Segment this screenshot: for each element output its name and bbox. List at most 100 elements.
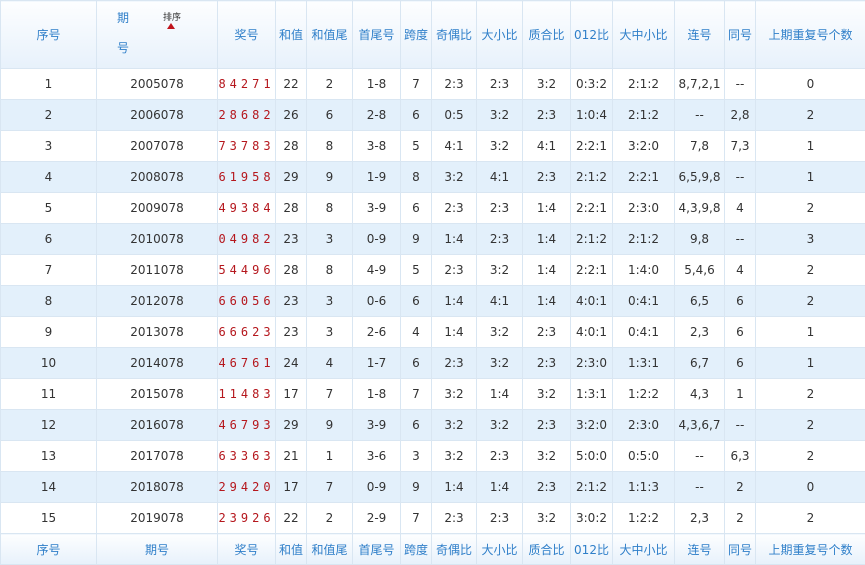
cell-qihao: 2009078 [97,193,218,224]
cell-qihao: 2007078 [97,131,218,162]
cell-hezhiwei: 3 [307,224,353,255]
cell-lianhao: 8,7,2,1 [675,69,725,100]
cell-jiou: 2:3 [432,193,477,224]
cell-shouweihao: 4-9 [353,255,401,286]
cell-dazhongxiao: 2:2:1 [613,162,675,193]
cell-chongfu: 2 [756,100,865,131]
cell-dazhongxiao: 0:4:1 [613,286,675,317]
cell-dazhongxiao: 2:1:2 [613,69,675,100]
cell-012: 0:3:2 [571,69,613,100]
cell-jiou: 2:3 [432,503,477,534]
footer-tonghao: 同号 [725,534,756,565]
cell-chongfu: 1 [756,317,865,348]
cell-qihao: 2012078 [97,286,218,317]
table-row: 52009078493842883-962:32:31:42:2:12:3:04… [1,193,865,224]
cell-daxiao: 2:3 [477,69,523,100]
footer-qihao: 期号 [97,534,218,565]
cell-lianhao: 5,4,6 [675,255,725,286]
cell-daxiao: 4:1 [477,286,523,317]
cell-chongfu: 3 [756,224,865,255]
table-row: 72011078544962884-952:33:21:42:2:11:4:05… [1,255,865,286]
cell-kuadu: 5 [401,255,432,286]
cell-hezhi: 22 [276,69,307,100]
results-table-container: 序号 期 号 排序 奖号 和值 和值尾 首尾号 跨度 奇偶比 大小比 质合比 0… [0,0,865,563]
cell-hezhiwei: 2 [307,503,353,534]
cell-daxiao: 2:3 [477,193,523,224]
cell-tonghao: -- [725,69,756,100]
sort-link[interactable]: 排序 [163,10,181,23]
cell-kuadu: 6 [401,348,432,379]
table-body: 12005078842712221-872:32:33:20:3:22:1:28… [1,69,865,534]
cell-xuhao: 15 [1,503,97,534]
cell-hezhiwei: 7 [307,472,353,503]
cell-jiou: 1:4 [432,317,477,348]
table-row: 82012078660562330-661:44:11:44:0:10:4:16… [1,286,865,317]
cell-xuhao: 6 [1,224,97,255]
cell-daxiao: 3:2 [477,255,523,286]
cell-lianhao: 2,3 [675,317,725,348]
cell-zhihe: 2:3 [523,162,571,193]
footer-dazhongxiao: 大中小比 [613,534,675,565]
cell-zhihe: 1:4 [523,255,571,286]
table-row: 22006078286822662-860:53:22:31:0:42:1:2-… [1,100,865,131]
table-row: 32007078737832883-854:13:24:12:2:13:2:07… [1,131,865,162]
cell-zhihe: 3:2 [523,503,571,534]
cell-jianghao: 23926 [218,503,276,534]
cell-tonghao: 2 [725,503,756,534]
cell-hezhi: 17 [276,379,307,410]
cell-zhihe: 3:2 [523,441,571,472]
cell-jiou: 3:2 [432,162,477,193]
cell-012: 4:0:1 [571,286,613,317]
cell-xuhao: 5 [1,193,97,224]
cell-hezhi: 23 [276,286,307,317]
cell-zhihe: 2:3 [523,410,571,441]
cell-chongfu: 2 [756,193,865,224]
cell-lianhao: 6,7 [675,348,725,379]
footer-shouweihao: 首尾号 [353,534,401,565]
cell-jianghao: 28682 [218,100,276,131]
cell-kuadu: 5 [401,131,432,162]
cell-xuhao: 14 [1,472,97,503]
cell-kuadu: 6 [401,286,432,317]
cell-jianghao: 73783 [218,131,276,162]
cell-qihao: 2016078 [97,410,218,441]
sort-arrow-up-icon[interactable] [167,23,175,29]
cell-jianghao: 66623 [218,317,276,348]
cell-daxiao: 3:2 [477,348,523,379]
cell-hezhiwei: 7 [307,379,353,410]
table-header-row: 序号 期 号 排序 奖号 和值 和值尾 首尾号 跨度 奇偶比 大小比 质合比 0… [1,1,865,69]
cell-daxiao: 3:2 [477,317,523,348]
cell-hezhi: 23 [276,317,307,348]
cell-kuadu: 3 [401,441,432,472]
cell-jianghao: 04982 [218,224,276,255]
cell-qihao: 2006078 [97,100,218,131]
cell-012: 3:2:0 [571,410,613,441]
cell-hezhiwei: 3 [307,286,353,317]
cell-shouweihao: 2-8 [353,100,401,131]
footer-hezhi: 和值 [276,534,307,565]
cell-lianhao: 2,3 [675,503,725,534]
cell-012: 5:0:0 [571,441,613,472]
cell-012: 2:1:2 [571,224,613,255]
cell-kuadu: 7 [401,503,432,534]
cell-dazhongxiao: 0:4:1 [613,317,675,348]
footer-hezhiwei: 和值尾 [307,534,353,565]
cell-tonghao: 6 [725,286,756,317]
cell-dazhongxiao: 1:2:2 [613,379,675,410]
table-row: 102014078467612441-762:33:22:32:3:01:3:1… [1,348,865,379]
cell-hezhiwei: 1 [307,441,353,472]
cell-daxiao: 3:2 [477,131,523,162]
cell-tonghao: -- [725,410,756,441]
cell-zhihe: 1:4 [523,224,571,255]
cell-xuhao: 8 [1,286,97,317]
table-row: 42008078619582991-983:24:12:32:1:22:2:16… [1,162,865,193]
cell-hezhi: 23 [276,224,307,255]
cell-zhihe: 3:2 [523,69,571,100]
cell-tonghao: -- [725,162,756,193]
cell-lianhao: 6,5,9,8 [675,162,725,193]
cell-tonghao: 2,8 [725,100,756,131]
cell-jianghao: 63363 [218,441,276,472]
table-row: 152019078239262222-972:32:33:23:0:21:2:2… [1,503,865,534]
cell-hezhiwei: 8 [307,193,353,224]
cell-chongfu: 2 [756,410,865,441]
